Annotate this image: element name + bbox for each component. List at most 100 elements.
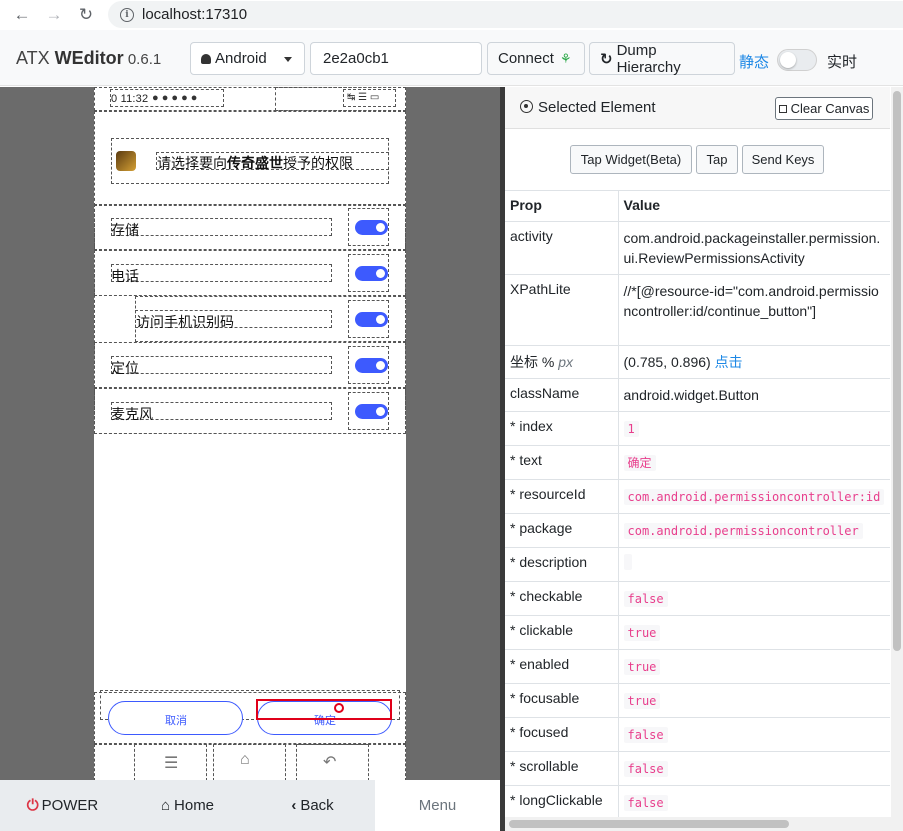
table-row: * focused false	[505, 717, 890, 752]
realtime-toggle[interactable]	[777, 49, 817, 71]
realtime-mode-label[interactable]: 实时	[827, 51, 857, 72]
table-row: * enabled true	[505, 649, 890, 684]
prop-value: com.android.permissioncontroller	[618, 513, 890, 548]
device-serial-input[interactable]: 2e2a0cb1	[310, 42, 482, 75]
prop-value-code: true	[623, 693, 661, 709]
tap-widget-button[interactable]: Tap Widget(Beta)	[570, 145, 692, 174]
prop-key: * package	[505, 513, 619, 548]
prop-value-code: false	[623, 727, 668, 743]
prop-value-code: false	[623, 795, 668, 811]
prop-value: false	[618, 751, 890, 786]
tap-button[interactable]: Tap	[696, 145, 738, 174]
power-button[interactable]: ⏻ POWER	[0, 780, 125, 831]
prop-key: XPathLite	[505, 274, 619, 346]
brand-title: ATX WEditor 0.6.1	[16, 48, 162, 68]
prop-value-code: false	[623, 591, 668, 607]
table-row: * resourceId com.android.permissioncontro…	[505, 479, 890, 514]
scrollbar-thumb[interactable]	[893, 91, 901, 651]
address-bar[interactable]: i localhost:17310	[108, 1, 903, 28]
coord-tap-link[interactable]: 点击	[715, 354, 743, 370]
panel-title: Selected Element	[520, 99, 656, 116]
permission-label-storage: 存储	[111, 222, 139, 238]
table-row: * focusable true	[505, 683, 890, 718]
prop-value: true	[618, 649, 890, 684]
tap-point-marker	[334, 703, 344, 713]
prop-key: * focused	[505, 717, 619, 752]
switch-location[interactable]	[355, 358, 388, 373]
scrollbar-thumb[interactable]	[509, 820, 789, 828]
prop-value: 确定	[618, 445, 890, 480]
prop-value: true	[618, 683, 890, 718]
prop-value-code: com.android.permissioncontroller	[623, 523, 863, 539]
home-icon[interactable]: ⌂	[240, 751, 250, 769]
sync-icon: ↻	[600, 50, 613, 68]
label-bounds	[111, 264, 332, 282]
menu-button[interactable]: Menu	[375, 780, 500, 831]
prop-key: * longClickable	[505, 785, 619, 820]
horizontal-scrollbar[interactable]	[505, 817, 891, 831]
prop-key: * text	[505, 445, 619, 480]
home-icon: ⌂	[160, 797, 171, 814]
table-row: * description	[505, 547, 890, 582]
table-row: * package com.android.permissioncontrolle…	[505, 513, 890, 548]
cog-icon	[520, 100, 533, 113]
prop-key: * resourceId	[505, 479, 619, 514]
clear-canvas-button[interactable]: Clear Canvas	[775, 97, 873, 120]
switch-phone[interactable]	[355, 266, 388, 281]
url-text: localhost:17310	[142, 6, 248, 23]
switch-device-id[interactable]	[355, 312, 388, 327]
permission-title: 请选择要向传奇盛世授予的权限	[157, 155, 353, 171]
prop-value: 1	[618, 411, 890, 446]
send-keys-button[interactable]: Send Keys	[742, 145, 824, 174]
arrow-left-icon[interactable]: ←	[6, 0, 38, 30]
switch-storage[interactable]	[355, 220, 388, 235]
table-row: * index 1	[505, 411, 890, 446]
prop-key: className	[505, 378, 619, 412]
prop-value-coord: (0.785, 0.896) 点击	[618, 345, 890, 379]
home-button[interactable]: ⌂ Home	[125, 780, 250, 831]
vertical-scrollbar[interactable]	[891, 87, 903, 831]
prop-value: false	[618, 785, 890, 820]
info-icon[interactable]: i	[120, 7, 134, 22]
cancel-label: 取消	[165, 715, 187, 727]
app-header: ATX WEditor 0.6.1 Android 2e2a0cb1 Conne…	[0, 30, 903, 86]
notification-icons: ● ● ● ● ●	[152, 92, 198, 104]
prop-value-code: false	[623, 761, 668, 777]
app-icon	[116, 151, 136, 171]
table-row: * scrollable false	[505, 751, 890, 786]
prop-value-code: true	[623, 659, 661, 675]
power-icon: ⏻	[26, 797, 39, 814]
prop-value: com.android.permissioncontroller:id	[618, 479, 890, 514]
prop-value: false	[618, 717, 890, 752]
reload-icon[interactable]: ↻	[70, 0, 102, 30]
prop-key: * index	[505, 411, 619, 446]
prop-key: * focusable	[505, 683, 619, 718]
arrow-right-icon[interactable]: →	[38, 0, 70, 30]
switch-microphone[interactable]	[355, 404, 388, 419]
prop-key-coord: 坐标 % px	[505, 345, 619, 379]
prop-value-code: com.android.permissioncontroller:id	[623, 489, 885, 505]
selected-element-highlight	[256, 699, 392, 720]
toggle-knob	[780, 52, 796, 68]
back-icon[interactable]: ↶	[323, 752, 336, 772]
prop-key: * description	[505, 547, 619, 582]
connect-button[interactable]: Connect ⚘	[487, 42, 585, 75]
status-time: 0 11:32	[111, 93, 149, 105]
chevron-left-icon: ‹	[291, 797, 297, 814]
prop-value-code: 1	[623, 421, 639, 437]
caret-down-icon	[284, 57, 292, 62]
menu-icon[interactable]: ☰	[164, 753, 178, 773]
table-row: * clickable true	[505, 615, 890, 650]
prop-value: false	[618, 581, 890, 616]
panel-header: Selected Element Clear Canvas	[505, 87, 890, 129]
prop-value: true	[618, 615, 890, 650]
back-button[interactable]: ‹ Back	[250, 780, 375, 831]
prop-value-code	[623, 554, 632, 570]
prop-value-code: true	[623, 625, 661, 641]
prop-value-activity: com.android.packageinstaller.permission.…	[618, 221, 890, 275]
column-header-value: Value	[618, 190, 890, 222]
platform-select[interactable]: Android	[190, 42, 305, 75]
static-mode-label[interactable]: 静态	[739, 51, 769, 72]
plug-icon: ⚘	[559, 50, 572, 66]
dump-hierarchy-button[interactable]: ↻ Dump Hierarchy	[589, 42, 735, 76]
